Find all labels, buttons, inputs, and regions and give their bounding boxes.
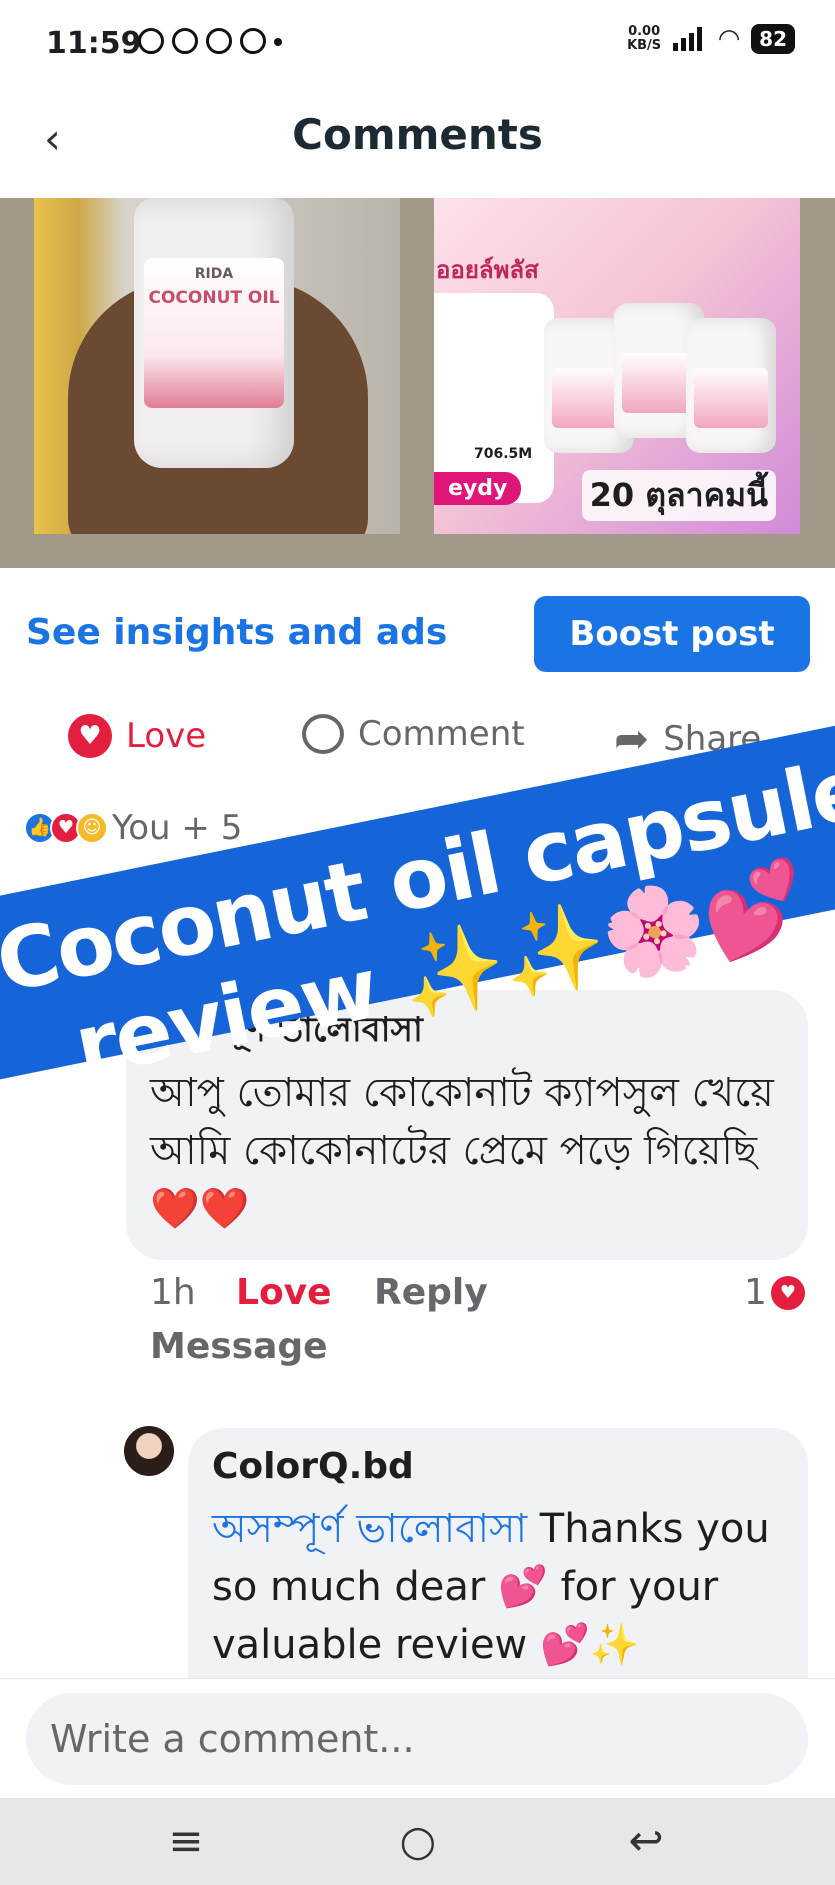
comment-message-button[interactable]: Message (150, 1326, 328, 1367)
network-speed-value: 0.00 (628, 24, 661, 39)
product-jar (686, 318, 776, 453)
comment-composer (0, 1678, 835, 1798)
promo-photo[interactable]: ออยล์พลัส 706.5M eydy 20 ตุลาคมนี้ (434, 198, 800, 534)
promo-date: 20 ตุลาคมนี้ (581, 470, 776, 521)
reply-bubble[interactable]: ColorQ.bd অসম্পূর্ণ ভালোবাসা Thanks you … (188, 1428, 808, 1678)
comment-time: 1h (150, 1272, 196, 1313)
care-icon: ☺ (76, 812, 108, 844)
app-icon (240, 28, 266, 54)
status-bar: 11:59 0.00 KB/S ◠ 82 (0, 0, 835, 90)
more-notifications-icon (274, 38, 282, 46)
battery-icon: 82 (751, 24, 795, 54)
notification-icons (138, 28, 282, 54)
messenger-icon (172, 28, 198, 54)
avatar[interactable] (124, 1426, 174, 1476)
network-speed-unit: KB/S (627, 38, 662, 53)
back-icon[interactable]: ↩ (616, 1816, 676, 1866)
love-button[interactable]: ♥ Love (68, 714, 206, 758)
heart-icon: ♥ (770, 1275, 805, 1310)
reply-author[interactable]: ColorQ.bd (212, 1446, 414, 1487)
reaction-summary-text: You + 5 (112, 808, 243, 848)
wifi-icon: ◠ (719, 24, 740, 54)
promo-name: eydy (434, 472, 522, 505)
share-icon: ➦ (614, 714, 650, 763)
product-photo[interactable]: RIDA COCONUT OIL (34, 198, 400, 534)
bottle-name: COCONUT OIL (148, 288, 280, 308)
whatsapp-icon (138, 28, 164, 54)
comment-reaction-number: 1 (744, 1272, 767, 1313)
bottle-shape: RIDA COCONUT OIL (134, 198, 294, 468)
comment-text: আপু তোমার কোকোনাট ক্যাপসুল খেয়ে আমি কোক… (150, 1070, 774, 1232)
menu-icon[interactable]: ≡ (156, 1816, 216, 1866)
comment-reaction-count[interactable]: 1 ♥ (744, 1272, 805, 1313)
reaction-icons: 👍 ♥ ☺ (24, 812, 108, 844)
comment-reply-button[interactable]: Reply (374, 1272, 488, 1313)
boost-post-button[interactable]: Boost post (534, 596, 810, 672)
bottle-brand: RIDA (194, 266, 234, 282)
comment-love-button[interactable]: Love (236, 1272, 332, 1313)
header: ‹ Comments (0, 90, 835, 198)
reply-text: অসম্পূর্ণ ভালোবাসা Thanks you so much de… (212, 1500, 802, 1674)
comments-screen: 11:59 0.00 KB/S ◠ 82 ‹ Comments RIDA COC… (0, 0, 835, 1885)
status-right: 0.00 KB/S ◠ 82 (627, 24, 795, 54)
signal-icon (673, 27, 707, 51)
status-time: 11:59 (46, 26, 142, 61)
reaction-summary[interactable]: 👍 ♥ ☺ You + 5 (24, 808, 242, 848)
promo-top-text: ออยล์พลัส (436, 256, 539, 284)
post-media[interactable]: RIDA COCONUT OIL ออยล์พลัส 706.5M eydy 2… (0, 198, 835, 568)
play-icon (206, 28, 232, 54)
comment-button[interactable]: Comment (302, 714, 525, 754)
system-nav-bar: ≡ ○ ↩ (0, 1798, 835, 1885)
heart-icon: ♥ (68, 714, 112, 758)
bottle-label: RIDA COCONUT OIL (144, 258, 284, 408)
home-icon[interactable]: ○ (388, 1816, 448, 1866)
see-insights-link[interactable]: See insights and ads (26, 612, 447, 653)
network-speed: 0.00 KB/S (627, 25, 661, 53)
comment-label: Comment (358, 714, 525, 754)
reply-mention[interactable]: অসম্পূর্ণ ভালোবাসা (212, 1506, 527, 1552)
comment-input[interactable] (26, 1693, 808, 1785)
love-label: Love (126, 716, 207, 756)
comment-icon (302, 714, 344, 754)
promo-count: 706.5M (474, 446, 533, 462)
page-title: Comments (292, 110, 543, 159)
